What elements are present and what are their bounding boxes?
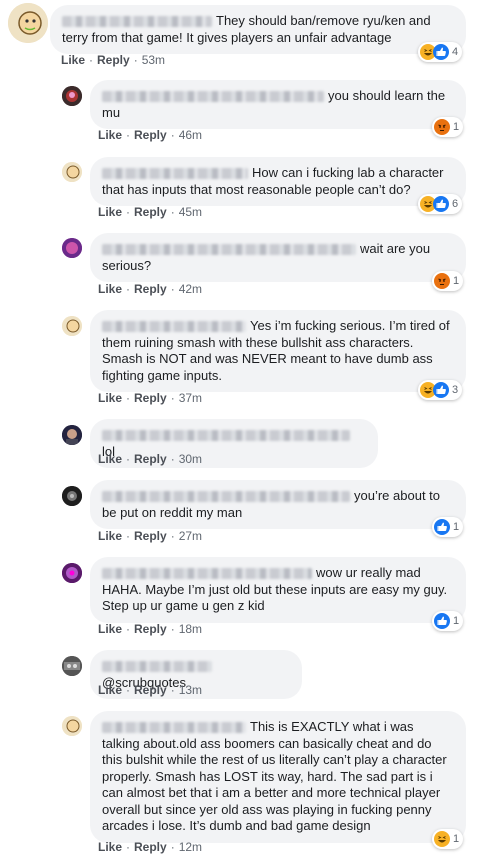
timestamp[interactable]: 53m — [142, 53, 165, 67]
timestamp[interactable]: 37m — [179, 391, 202, 405]
author-name-blurred[interactable] — [102, 168, 248, 180]
comment-bubble: wow ur really mad HAHA. Maybe I’m just o… — [90, 557, 466, 623]
comment-actions: Like · Reply · 37m — [98, 391, 203, 405]
avatar[interactable] — [62, 162, 82, 182]
author-name-blurred[interactable] — [102, 491, 350, 503]
like-icon — [434, 519, 450, 535]
reply-link[interactable]: Reply — [134, 529, 167, 543]
timestamp[interactable]: 13m — [179, 683, 202, 697]
comment-bubble: How can i fucking lab a character that h… — [90, 157, 466, 206]
comment-bubble: This is EXACTLY what i was talking about… — [90, 711, 466, 843]
comment-actions: Like · Reply · 18m — [98, 622, 203, 636]
reaction-summary[interactable]: 1 — [432, 517, 464, 537]
avatar[interactable] — [62, 486, 82, 506]
author-name-blurred[interactable] — [102, 321, 246, 333]
reaction-summary[interactable]: 6 — [418, 194, 463, 214]
like-link[interactable]: Like — [98, 391, 122, 405]
comment-actions: Like · Reply · 30m — [98, 452, 203, 466]
author-name-blurred[interactable] — [102, 568, 312, 580]
like-link[interactable]: Like — [61, 53, 85, 67]
reply-link[interactable]: Reply — [134, 622, 167, 636]
reply-link[interactable]: Reply — [134, 128, 167, 142]
timestamp[interactable]: 12m — [179, 840, 202, 854]
reply-link[interactable]: Reply — [134, 282, 167, 296]
comment-actions: Like · Reply · 27m — [98, 529, 203, 543]
reaction-summary[interactable]: 1 — [432, 611, 464, 631]
like-icon — [433, 382, 449, 398]
reaction-summary[interactable]: 1 — [432, 117, 464, 137]
comment-actions: Like · Reply · 12m — [98, 840, 203, 854]
like-link[interactable]: Like — [98, 205, 122, 219]
comment-bubble: you should learn the mu — [90, 80, 466, 129]
angry-icon — [434, 119, 450, 135]
reaction-summary[interactable]: 3 — [418, 380, 463, 400]
comment-actions: Like · Reply · 45m — [98, 205, 203, 219]
like-link[interactable]: Like — [98, 622, 122, 636]
timestamp[interactable]: 45m — [179, 205, 202, 219]
comment-bubble: you’re about to be put on reddit my man — [90, 480, 466, 529]
comment-bubble: Yes i’m fucking serious. I’m tired of th… — [90, 310, 466, 392]
like-icon — [433, 196, 449, 212]
author-name-blurred[interactable] — [102, 91, 324, 103]
comment-actions: Like · Reply · 13m — [98, 683, 203, 697]
reaction-summary[interactable]: 4 — [418, 42, 463, 62]
like-link[interactable]: Like — [98, 282, 122, 296]
avatar[interactable] — [62, 86, 82, 106]
reaction-summary[interactable]: 1 — [432, 271, 464, 291]
timestamp[interactable]: 27m — [179, 529, 202, 543]
angry-icon — [434, 273, 450, 289]
author-name-blurred[interactable] — [102, 661, 212, 673]
comment-actions: Like · Reply · 53m — [61, 53, 166, 67]
avatar[interactable] — [62, 716, 82, 736]
haha-icon — [434, 831, 450, 847]
timestamp[interactable]: 46m — [179, 128, 202, 142]
reply-link[interactable]: Reply — [97, 53, 130, 67]
timestamp[interactable]: 30m — [179, 452, 202, 466]
avatar[interactable] — [62, 425, 82, 445]
author-name-blurred[interactable] — [62, 16, 212, 28]
reply-link[interactable]: Reply — [134, 840, 167, 854]
reply-link[interactable]: Reply — [134, 391, 167, 405]
like-icon — [434, 613, 450, 629]
like-link[interactable]: Like — [98, 840, 122, 854]
reply-link[interactable]: Reply — [134, 205, 167, 219]
author-name-blurred[interactable] — [102, 430, 350, 442]
like-link[interactable]: Like — [98, 452, 122, 466]
like-link[interactable]: Like — [98, 128, 122, 142]
reply-link[interactable]: Reply — [134, 683, 167, 697]
author-name-blurred[interactable] — [102, 244, 356, 256]
avatar[interactable] — [62, 563, 82, 583]
like-link[interactable]: Like — [98, 529, 122, 543]
timestamp[interactable]: 18m — [179, 622, 202, 636]
avatar[interactable] — [62, 656, 82, 676]
comment-text: This is EXACTLY what i was talking about… — [102, 719, 447, 833]
timestamp[interactable]: 42m — [179, 282, 202, 296]
comment-actions: Like · Reply · 46m — [98, 128, 203, 142]
comment-bubble: wait are you serious? — [90, 233, 466, 282]
reply-link[interactable]: Reply — [134, 452, 167, 466]
avatar[interactable] — [8, 3, 48, 43]
like-icon — [433, 44, 449, 60]
author-name-blurred[interactable] — [102, 722, 246, 734]
reaction-summary[interactable]: 1 — [432, 829, 464, 849]
avatar[interactable] — [62, 316, 82, 336]
like-link[interactable]: Like — [98, 683, 122, 697]
comment-actions: Like · Reply · 42m — [98, 282, 203, 296]
avatar[interactable] — [62, 238, 82, 258]
comment-bubble: They should ban/remove ryu/ken and terry… — [50, 5, 466, 54]
